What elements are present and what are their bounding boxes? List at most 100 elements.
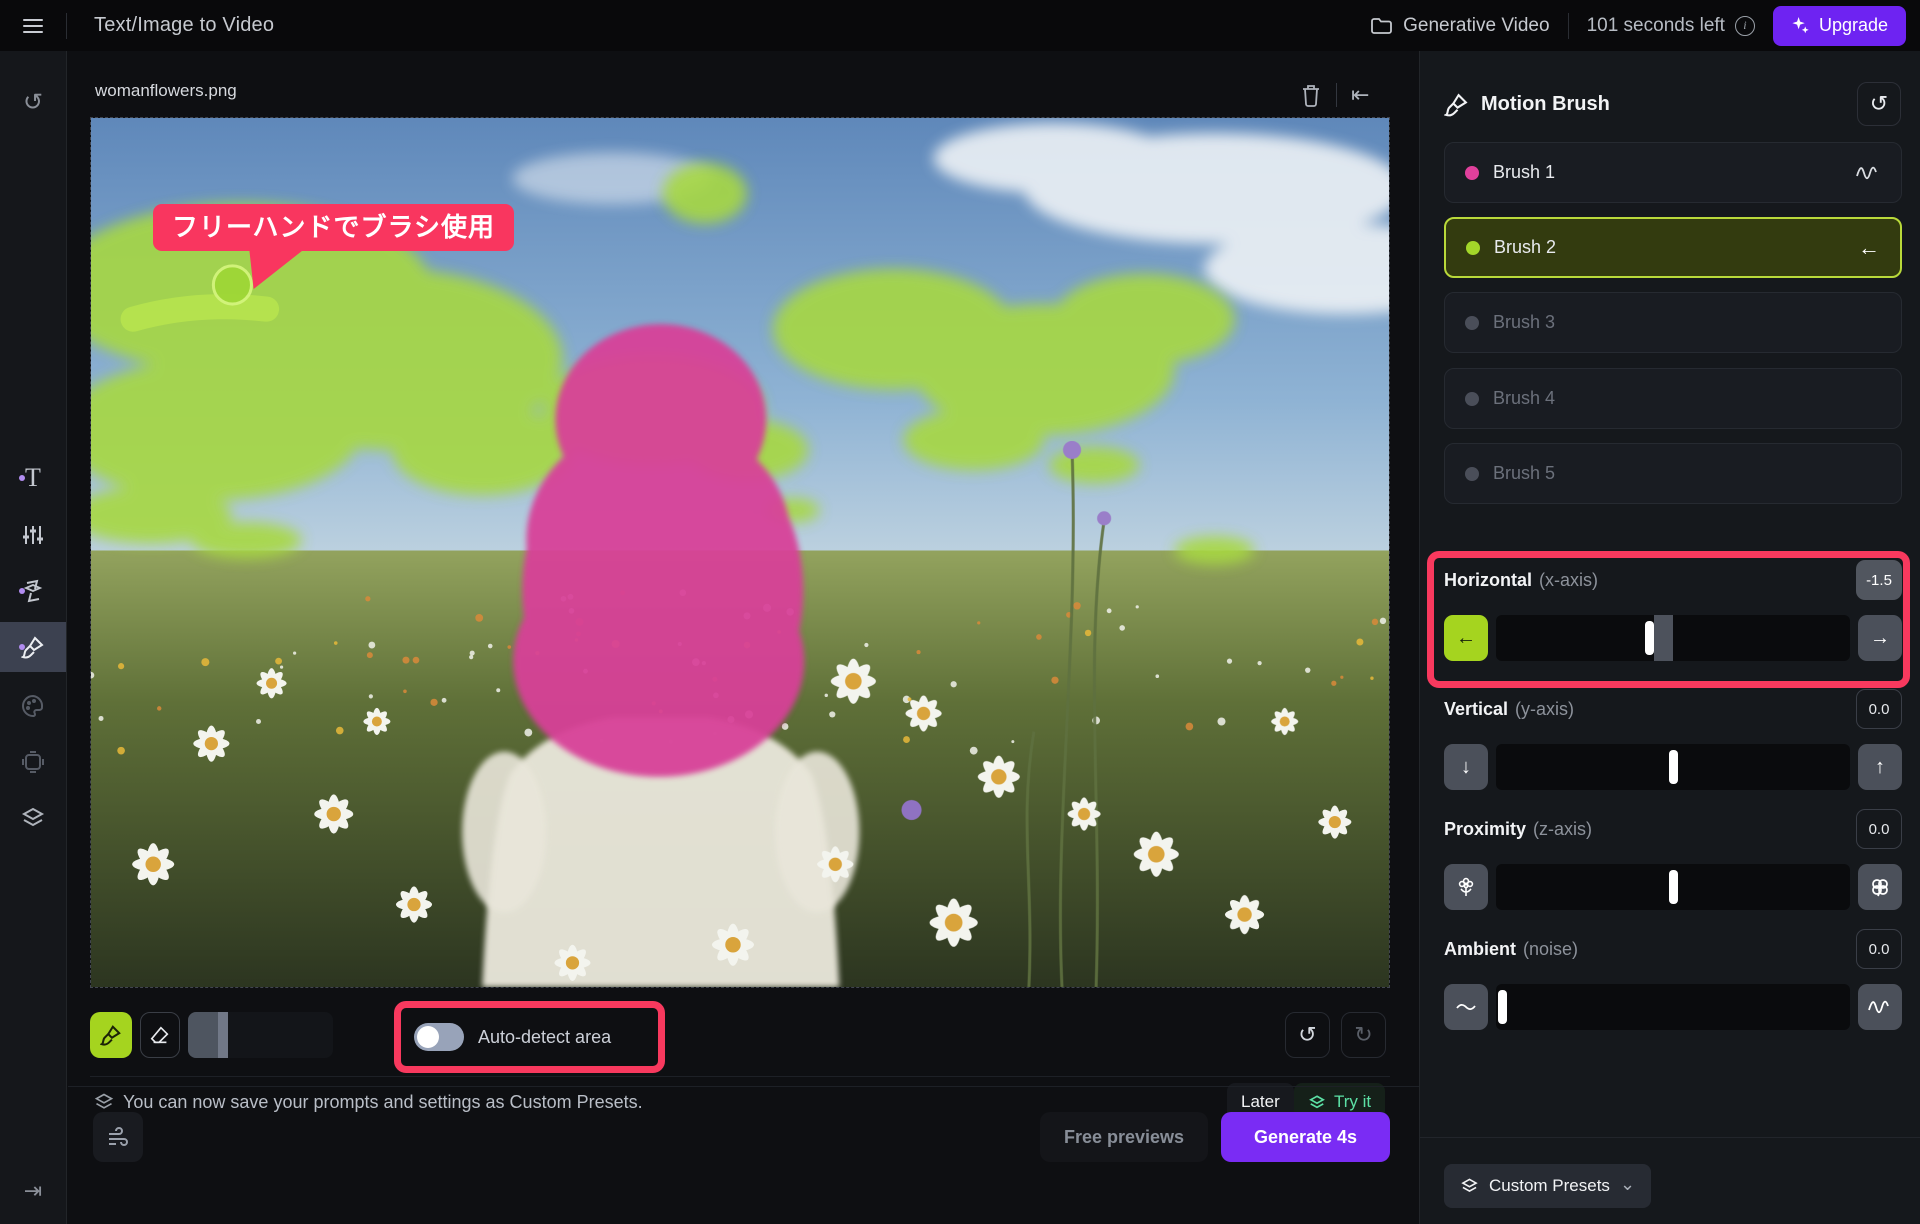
brush-size-slider[interactable] (188, 1012, 333, 1058)
auto-detect-label: Auto-detect area (478, 1027, 611, 1048)
menu-button[interactable] (0, 0, 66, 51)
divider (68, 1086, 1419, 1087)
cube-icon (21, 750, 45, 774)
horizontal-slider-track[interactable] (1496, 615, 1850, 661)
panel-footer: Custom Presets ⌄ (1420, 1137, 1920, 1224)
brush-size-handle[interactable] (218, 1012, 228, 1058)
vertical-slider-handle[interactable] (1669, 750, 1678, 784)
arrow-right-icon: → (1870, 627, 1890, 650)
upgrade-button[interactable]: Upgrade (1773, 6, 1906, 46)
reset-icon: ↺ (23, 88, 43, 117)
ambient-value: 0.0 (1856, 929, 1902, 969)
slider-name: Horizontal (1444, 570, 1532, 591)
vertical-value: 0.0 (1856, 689, 1902, 729)
undo-icon: ↺ (1298, 1022, 1316, 1048)
collapse-panel-icon[interactable]: ⇤ (1351, 82, 1369, 108)
trash-icon[interactable] (1300, 83, 1322, 107)
toggle-knob (417, 1026, 439, 1048)
project-link[interactable]: Generative Video (1371, 15, 1549, 37)
topbar-divider (66, 13, 67, 39)
ambient-low-button[interactable] (1444, 984, 1488, 1030)
ambient-slider-section: Ambient (noise) 0.0 (1444, 928, 1902, 1030)
sidebar-item-camera-motion[interactable] (0, 566, 66, 616)
slider-axis: (y-axis) (1515, 699, 1574, 720)
brush-row-1[interactable]: Brush 1 (1444, 142, 1902, 203)
topbar-divider (1568, 13, 1569, 39)
auto-detect-toggle[interactable] (414, 1023, 464, 1051)
proximity-value: 0.0 (1856, 809, 1902, 849)
session-reset-button[interactable]: ↺ (0, 77, 66, 127)
horizontal-left-button[interactable]: ← (1444, 615, 1488, 661)
collapse-sidebar-button[interactable]: ⇥ (0, 1166, 66, 1216)
vertical-up-button[interactable]: ↑ (1858, 744, 1902, 790)
vertical-slider-track[interactable] (1496, 744, 1850, 790)
brush-label: Brush 5 (1493, 463, 1555, 484)
menu-icon (23, 15, 43, 37)
undo-button[interactable]: ↺ (1285, 1012, 1330, 1058)
horizontal-slider-handle[interactable] (1645, 621, 1654, 655)
sidebar-item-text[interactable]: T (0, 453, 66, 503)
proximity-closer-button[interactable] (1858, 864, 1902, 910)
brush4-color-dot (1465, 392, 1479, 406)
brush-tool-button[interactable] (90, 1012, 132, 1058)
layers-icon (1308, 1094, 1326, 1111)
brush2-color-dot (1466, 241, 1480, 255)
brush-size-fill (188, 1012, 218, 1058)
brush-stroke (133, 307, 266, 320)
flower-small-icon (1456, 876, 1476, 898)
vertical-down-button[interactable]: ↓ (1444, 744, 1488, 790)
brush5-color-dot (1465, 467, 1479, 481)
sparkles-icon (1791, 16, 1810, 35)
custom-presets-button[interactable]: Custom Presets ⌄ (1444, 1164, 1651, 1208)
brush-icon (1444, 92, 1469, 117)
ambient-slider-track[interactable] (1496, 984, 1850, 1030)
sidebar-item-layers[interactable] (0, 793, 66, 843)
canvas-actions-divider (1336, 83, 1337, 107)
redo-button[interactable]: ↻ (1341, 1012, 1386, 1058)
horizontal-right-button[interactable]: → (1858, 615, 1902, 661)
brush-row-5[interactable]: Brush 5 (1444, 443, 1902, 504)
proximity-slider-track[interactable] (1496, 864, 1850, 910)
layers-icon (20, 806, 46, 830)
brush-label: Brush 2 (1494, 237, 1556, 258)
wind-icon (106, 1126, 130, 1148)
ambient-high-button[interactable] (1858, 984, 1902, 1030)
arrow-down-icon: ↓ (1461, 756, 1471, 779)
prompt-options-button[interactable] (93, 1112, 143, 1162)
brush-label: Brush 1 (1493, 162, 1555, 183)
info-icon[interactable]: i (1735, 16, 1755, 36)
reset-icon: ↺ (1870, 91, 1888, 117)
active-dot (19, 588, 25, 594)
sidebar-item-styles[interactable] (0, 681, 66, 731)
brush3-color-dot (1465, 316, 1479, 330)
slider-axis: (x-axis) (1539, 570, 1598, 591)
proximity-slider-handle[interactable] (1669, 870, 1678, 904)
direction-left-icon: ← (1858, 235, 1880, 261)
generate-button[interactable]: Generate 4s (1221, 1112, 1390, 1162)
sliders-icon (22, 524, 44, 546)
brush-row-2[interactable]: Brush 2 ← (1444, 217, 1902, 278)
eraser-icon (149, 1024, 171, 1046)
arrow-up-icon: ↑ (1875, 756, 1885, 779)
sidebar-item-objects[interactable] (0, 737, 66, 787)
free-previews-button[interactable]: Free previews (1040, 1112, 1208, 1162)
brush-row-3[interactable]: Brush 3 (1444, 292, 1902, 353)
sidebar-item-motion-brush[interactable] (0, 622, 66, 672)
eraser-tool-button[interactable] (140, 1012, 180, 1058)
sidebar-item-settings[interactable] (0, 510, 66, 560)
proximity-away-button[interactable] (1444, 864, 1488, 910)
notice-message: You can now save your prompts and settin… (123, 1092, 643, 1113)
flower-large-icon (1868, 875, 1892, 899)
panel-title: Motion Brush (1481, 93, 1610, 116)
ambient-slider-handle[interactable] (1498, 990, 1507, 1024)
folder-icon (1371, 17, 1393, 35)
wave-small-icon (1455, 1002, 1477, 1012)
brush-row-4[interactable]: Brush 4 (1444, 368, 1902, 429)
slider-name: Proximity (1444, 819, 1526, 840)
horizontal-value: -1.5 (1856, 560, 1902, 600)
layers-icon (1460, 1177, 1479, 1195)
canvas-filename: womanflowers.png (95, 81, 237, 101)
divider (90, 1076, 1390, 1077)
collapse-right-icon: ⇥ (24, 1178, 42, 1204)
panel-reset-button[interactable]: ↺ (1857, 82, 1901, 126)
